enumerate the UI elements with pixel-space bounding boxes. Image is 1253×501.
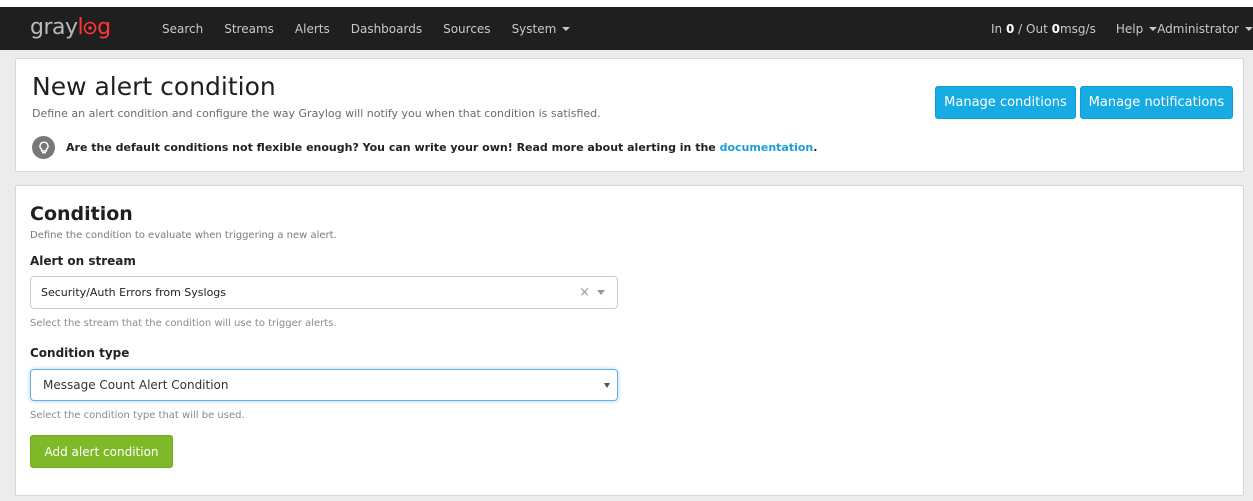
nav-help-label: Help — [1115, 21, 1144, 36]
throughput-indicator: In 0 / Out 0msg/s — [991, 22, 1096, 36]
main-nav: Search Streams Alerts Dashboards Sources… — [162, 7, 591, 50]
nav-alerts[interactable]: Alerts — [295, 22, 330, 36]
condition-section-description: Define the condition to evaluate when tr… — [30, 230, 337, 241]
condition-type-label: Condition type — [30, 346, 130, 360]
lightbulb-icon — [32, 136, 55, 159]
nav-user-label: Administrator — [1157, 21, 1239, 36]
stream-select[interactable]: Security/Auth Errors from Syslogs × — [30, 276, 618, 309]
nav-right: In 0 / Out 0msg/s Help Administrator — [991, 7, 1253, 50]
nav-user-dropdown[interactable]: Administrator — [1157, 22, 1253, 36]
condition-section-title: Condition — [30, 203, 133, 225]
stream-help-text: Select the stream that the condition wil… — [30, 318, 337, 329]
add-alert-condition-button[interactable]: Add alert condition — [30, 435, 173, 468]
clear-icon[interactable]: × — [579, 285, 590, 300]
nav-system-dropdown[interactable]: System — [512, 22, 571, 36]
top-navbar: grayl g Search Streams Alerts Dashboards … — [0, 7, 1253, 50]
nav-streams[interactable]: Streams — [224, 22, 274, 36]
throughput-in-label: In — [990, 21, 1003, 36]
condition-type-select[interactable]: Message Count Alert Condition — [30, 369, 618, 401]
stream-select-value: Security/Auth Errors from Syslogs — [41, 286, 227, 299]
caret-down-icon — [1245, 27, 1253, 31]
graylog-logo[interactable]: grayl g — [30, 15, 111, 41]
hint-text: Are the default conditions not flexible … — [66, 141, 817, 154]
hint-message: Are the default conditions not flexible … — [66, 141, 716, 154]
condition-type-help-text: Select the condition type that will be u… — [30, 410, 245, 421]
nav-dashboards[interactable]: Dashboards — [351, 22, 422, 36]
condition-form-panel: Condition Define the condition to evalua… — [15, 185, 1244, 496]
nav-system-label: System — [511, 21, 557, 36]
top-strip — [0, 0, 1253, 7]
manage-notifications-button[interactable]: Manage notifications — [1080, 86, 1233, 119]
throughput-out-value: 0 — [1051, 21, 1060, 36]
page-description: Define an alert condition and configure … — [32, 107, 601, 120]
caret-down-icon — [562, 27, 571, 31]
manage-conditions-button[interactable]: Manage conditions — [935, 86, 1076, 119]
nav-help-dropdown[interactable]: Help — [1115, 21, 1158, 36]
documentation-link[interactable]: documentation — [720, 141, 814, 154]
dropdown-arrow-icon — [604, 382, 610, 388]
documentation-hint: Are the default conditions not flexible … — [32, 136, 817, 159]
dropdown-arrow-icon[interactable] — [597, 290, 605, 295]
nav-search[interactable]: Search — [162, 22, 203, 36]
throughput-unit: msg/s — [1059, 21, 1096, 36]
page-header-panel: New alert condition Define an alert cond… — [15, 58, 1244, 172]
page-title: New alert condition — [32, 72, 276, 101]
hint-period: . — [813, 141, 818, 154]
alert-on-stream-label: Alert on stream — [30, 254, 136, 268]
nav-sources[interactable]: Sources — [443, 22, 490, 36]
throughput-in-value: 0 — [1005, 21, 1015, 36]
logo-target-icon — [83, 21, 97, 35]
caret-down-icon — [1149, 27, 1158, 31]
throughput-out-label: / Out — [1018, 21, 1048, 36]
condition-type-value: Message Count Alert Condition — [43, 378, 229, 392]
